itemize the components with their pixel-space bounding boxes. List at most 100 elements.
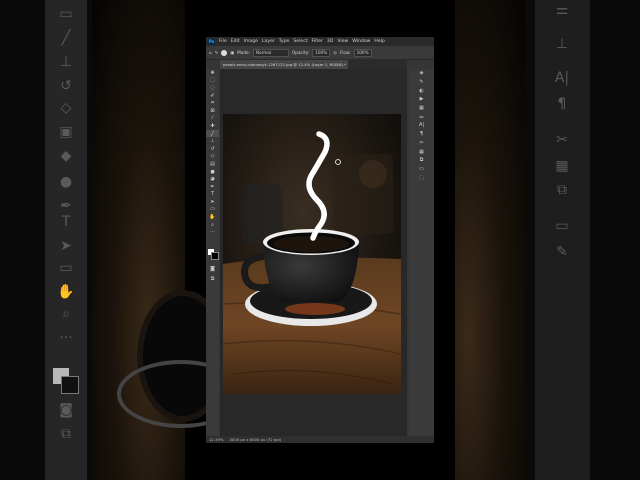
rectangle-icon[interactable]: ▭ bbox=[206, 206, 219, 214]
menu-edit[interactable]: Edit bbox=[231, 39, 240, 44]
background-toolbar-blur: ▭ ╱ ⊥ ↺ ◇ ▣ ◆ ● ✒ T ➤ ▭ ✋ ⌕ ··· ◙ ⧉ bbox=[45, 0, 87, 480]
background-folder-icon: ▭ bbox=[555, 218, 569, 234]
background-bucket-icon: ◆ bbox=[60, 148, 72, 164]
background-gradient-icon: ▣ bbox=[59, 124, 73, 140]
background-photo-blur-right bbox=[455, 0, 525, 480]
hand-icon[interactable]: ✋ bbox=[206, 213, 219, 221]
background-panel-blur: ⚌ ⊥ A| ¶ ✂ ▦ ⧉ ▭ ✎ bbox=[535, 0, 590, 480]
menu-layer[interactable]: Layer bbox=[262, 39, 275, 44]
menu-help[interactable]: Help bbox=[374, 39, 384, 44]
eyedropper-icon[interactable]: ⁄ bbox=[206, 115, 219, 123]
background-history-icon: ↺ bbox=[60, 78, 72, 94]
status-bar: 12.39% 4000 px x 6000 px (72 ppi) bbox=[206, 436, 434, 443]
move-icon[interactable]: ✥ bbox=[206, 69, 219, 77]
frame-icon[interactable]: ⊠ bbox=[206, 107, 219, 115]
layers-icon[interactable]: ◈ bbox=[409, 69, 434, 78]
marquee-icon[interactable]: ⬚ bbox=[206, 77, 219, 85]
brush-panel-toggle-icon[interactable]: ▣ bbox=[230, 50, 234, 55]
flow-field[interactable]: 100% bbox=[353, 48, 372, 57]
brush-size-preview[interactable] bbox=[221, 49, 228, 56]
background-character-icon: A| bbox=[554, 70, 570, 86]
gradient-icon[interactable]: ▤ bbox=[206, 160, 219, 168]
quick-mask-icon[interactable]: ◙ bbox=[206, 265, 219, 273]
background-sliders-icon: ⚌ bbox=[555, 2, 569, 18]
pen-icon[interactable]: ✒ bbox=[206, 183, 219, 191]
background-zoom-icon: ⌕ bbox=[62, 306, 70, 322]
photoshop-window: Ps File Edit Image Layer Type Select Fil… bbox=[206, 37, 434, 443]
brush-icon[interactable]: ╱ bbox=[206, 129, 219, 138]
eraser-icon[interactable]: ◇ bbox=[206, 153, 219, 161]
mode-label: Mode: bbox=[237, 50, 250, 55]
background-tools-icon: ✂ bbox=[556, 132, 568, 148]
libraries-icon[interactable]: ⚌ bbox=[409, 112, 434, 121]
actions-icon[interactable]: ▶ bbox=[409, 95, 434, 104]
tools-panel: ✥ ⬚ ◌ ✐ ⌗ ⊠ ⁄ ✚ ╱ ⊥ ↺ ◇ ▤ ● ◕ ✒ T ➤ ▭ ✋ … bbox=[206, 69, 219, 436]
mode-select[interactable]: Normal bbox=[252, 48, 289, 57]
healing-icon[interactable]: ✚ bbox=[206, 122, 219, 130]
canvas-area[interactable] bbox=[220, 69, 407, 436]
more-icon[interactable]: ··· bbox=[206, 228, 219, 236]
background-mask-icon: ◙ bbox=[59, 402, 73, 418]
background-stamp-panel-icon: ⊥ bbox=[555, 36, 569, 52]
zoom-icon[interactable]: ⌕ bbox=[206, 221, 219, 229]
clone-stamp-icon[interactable]: ⊥ bbox=[206, 137, 219, 145]
swatches-icon[interactable]: ▦ bbox=[409, 104, 434, 113]
folder-icon[interactable]: ▭ bbox=[409, 165, 434, 174]
menu-window[interactable]: Window bbox=[352, 39, 370, 44]
lasso-icon[interactable]: ◌ bbox=[206, 84, 219, 92]
background-type-icon: T bbox=[61, 214, 71, 230]
document-dimensions: 4000 px x 6000 px (72 ppi) bbox=[229, 437, 282, 442]
background-paragraph-icon: ¶ bbox=[557, 96, 567, 112]
background-brush-icon: ╱ bbox=[61, 30, 71, 46]
flow-label: Flow: bbox=[339, 50, 351, 55]
menu-bar: Ps File Edit Image Layer Type Select Fil… bbox=[206, 37, 434, 46]
background-pen-icon: ✒ bbox=[60, 198, 72, 214]
grid-icon[interactable]: ▦ bbox=[409, 147, 434, 156]
zoom-level[interactable]: 12.39% bbox=[209, 437, 223, 442]
crop-icon[interactable]: ⌗ bbox=[206, 99, 219, 107]
background-export-icon: ⧉ bbox=[557, 182, 567, 198]
menu-view[interactable]: View bbox=[337, 39, 348, 44]
tools-icon[interactable]: ✂ bbox=[409, 139, 434, 148]
menu-3d[interactable]: 3D bbox=[327, 39, 333, 44]
opacity-field[interactable]: 100% bbox=[312, 48, 331, 57]
type-icon[interactable]: T bbox=[206, 191, 219, 199]
export-icon[interactable]: ⧉ bbox=[409, 156, 434, 165]
menu-type[interactable]: Type bbox=[279, 39, 290, 44]
history-brush-icon[interactable]: ↺ bbox=[206, 145, 219, 153]
background-arrow-icon: ➤ bbox=[60, 238, 72, 254]
blur-icon[interactable]: ● bbox=[206, 168, 219, 176]
background-eraser2-icon: ◇ bbox=[60, 100, 72, 116]
coffee-photo-image bbox=[223, 114, 401, 394]
options-bar: ⌂ ✎ ▣ Mode: Normal Opacity: 100% ◎ Flow:… bbox=[206, 46, 434, 60]
brush-tool-preset-icon[interactable]: ✎ bbox=[215, 50, 219, 55]
background-rect-icon: ▭ bbox=[59, 260, 73, 276]
menu-image[interactable]: Image bbox=[244, 39, 258, 44]
background-swatch-icon: ✎ bbox=[556, 244, 568, 260]
menu-filter[interactable]: Filter bbox=[312, 39, 323, 44]
panels-dock: ◈ ✎ ◐ ▶ ▦ ⚌ A| ¶ ✂ ▦ ⧉ ▭ ⬚ bbox=[409, 69, 434, 436]
background-dodge-icon: ● bbox=[59, 174, 73, 190]
paragraph-icon[interactable]: ¶ bbox=[409, 130, 434, 139]
background-photo-blur-left bbox=[92, 0, 245, 480]
background-stamp-icon: ⊥ bbox=[59, 54, 73, 70]
character-icon[interactable]: A| bbox=[409, 121, 434, 130]
gradient-swatch-icon[interactable]: ⬚ bbox=[409, 173, 434, 182]
pressure-opacity-icon[interactable]: ◎ bbox=[333, 50, 337, 55]
menu-file[interactable]: File bbox=[219, 39, 227, 44]
document-tab[interactable]: pexels-eneo-cobmosyk-1267122.jpg @ 12.4%… bbox=[220, 60, 348, 69]
menu-select[interactable]: Select bbox=[293, 39, 307, 44]
adjustments-icon[interactable]: ◐ bbox=[409, 86, 434, 95]
background-grid-icon: ▦ bbox=[555, 158, 569, 174]
brush-settings-icon[interactable]: ✎ bbox=[409, 78, 434, 87]
background-color-swatch[interactable] bbox=[211, 252, 219, 260]
path-select-icon[interactable]: ➤ bbox=[206, 198, 219, 206]
dodge-icon[interactable]: ◕ bbox=[206, 175, 219, 183]
screen-mode-icon[interactable]: ⧉ bbox=[206, 275, 219, 283]
background-eraser-icon: ▭ bbox=[59, 6, 73, 22]
quick-select-icon[interactable]: ✐ bbox=[206, 92, 219, 100]
home-icon[interactable]: ⌂ bbox=[209, 50, 212, 55]
photoshop-logo-icon: Ps bbox=[208, 38, 215, 45]
background-more-icon: ··· bbox=[59, 330, 73, 346]
coffee-photo[interactable] bbox=[223, 114, 401, 394]
